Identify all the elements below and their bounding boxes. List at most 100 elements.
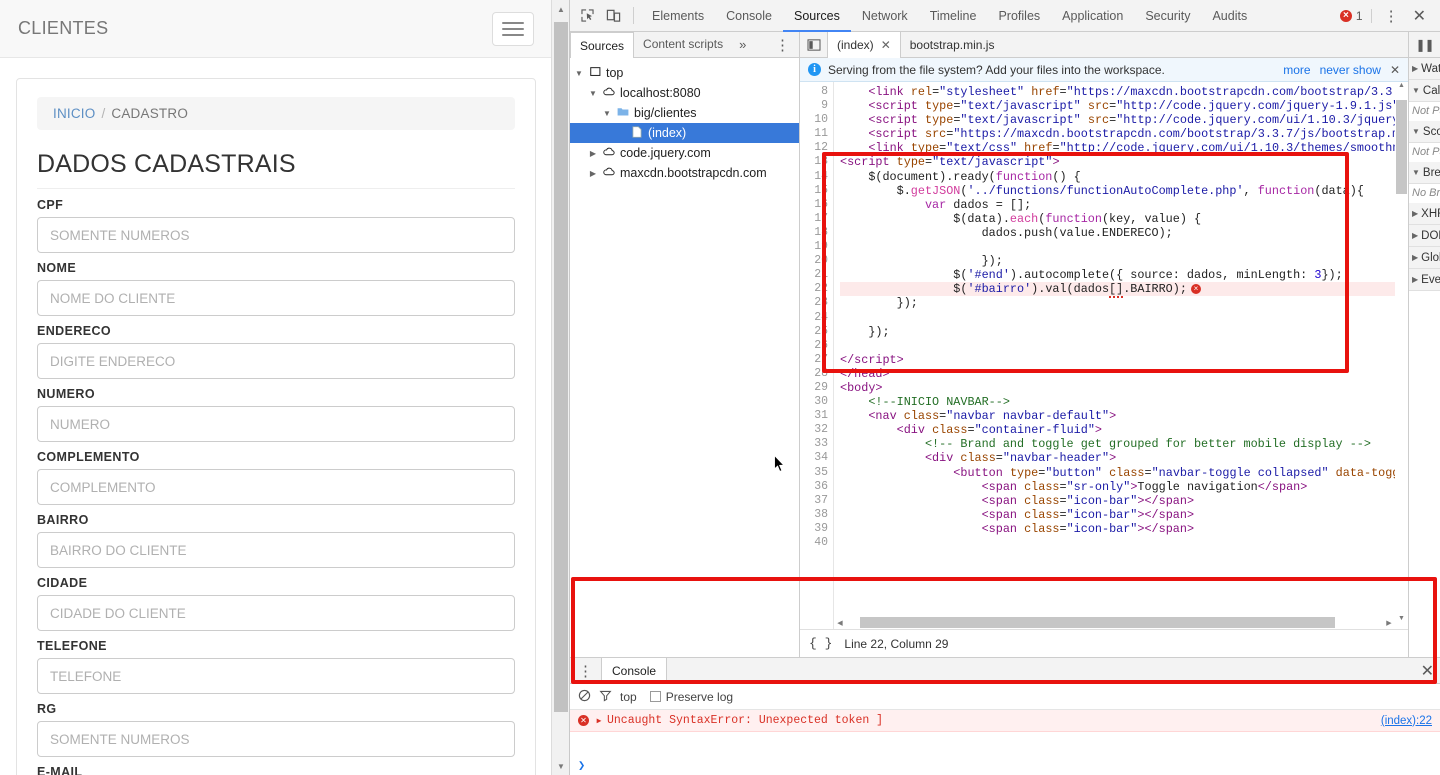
field-input-telefone[interactable] [37,658,515,694]
debugger-section-watch[interactable]: ▶Watch [1409,58,1440,80]
line-number[interactable]: 39 [800,522,828,536]
tab-security[interactable]: Security [1134,1,1201,32]
line-number[interactable]: 22 [800,282,828,296]
line-number[interactable]: 14 [800,170,828,184]
tree-item--index-[interactable]: (index) [570,123,799,143]
code-line[interactable]: </head> [840,367,1408,381]
code-line[interactable] [840,240,1408,254]
pretty-print-icon[interactable]: { } [809,636,832,651]
line-number[interactable]: 21 [800,268,828,282]
code-line[interactable] [840,536,1408,550]
code-line[interactable]: <nav class="navbar navbar-default"> [840,409,1408,423]
code-line[interactable]: <!--INICIO NAVBAR--> [840,395,1408,409]
line-number[interactable]: 40 [800,536,828,550]
line-number[interactable]: 34 [800,451,828,465]
field-input-cpf[interactable] [37,217,515,253]
debugger-section-breakpoints[interactable]: ▼Breakpoints [1409,162,1440,184]
filter-icon[interactable] [599,689,612,705]
scroll-up-icon[interactable]: ▲ [552,0,569,18]
line-number[interactable]: 12 [800,141,828,155]
code-line[interactable]: }); [840,325,1408,339]
console-error-message[interactable]: ✕ ▶ Uncaught SyntaxError: Unexpected token… [570,710,1440,732]
chevron-right-icon[interactable]: ▶ [588,149,598,158]
line-number[interactable]: 38 [800,508,828,522]
tree-item-maxcdn-bootstrapcdn-com[interactable]: ▶ maxcdn.bootstrapcdn.com [570,163,799,183]
field-input-bairro[interactable] [37,532,515,568]
code-line[interactable]: <span class="sr-only">Toggle navigation<… [840,480,1408,494]
code-line[interactable]: $('#bairro').val(dados[].BAIRRO); × [840,282,1408,299]
subtab-sources[interactable]: Sources [570,31,635,58]
tab-application[interactable]: Application [1051,1,1134,32]
tab-network[interactable]: Network [851,1,919,32]
line-number[interactable]: 29 [800,381,828,395]
debugger-section-event-listener-breakpoints[interactable]: ▶Event Listener Breakpoints [1409,269,1440,291]
code-content[interactable]: <link rel="stylesheet" href="https://max… [834,82,1408,629]
field-input-nome[interactable] [37,280,515,316]
code-line[interactable]: <link rel="stylesheet" href="https://max… [840,85,1408,99]
tree-item-top[interactable]: ▼ top [570,63,799,83]
console-message-source-link[interactable]: (index):22 [1381,715,1432,727]
scroll-down-icon[interactable]: ▼ [552,757,569,775]
code-vertical-scrollbar[interactable]: ▲ ▼ [1395,82,1408,629]
code-scrollbar-thumb[interactable] [1396,100,1407,194]
line-number[interactable]: 15 [800,184,828,198]
field-input-endereco[interactable] [37,343,515,379]
code-horizontal-scrollbar[interactable]: ◀ ▶ [834,616,1395,629]
line-number[interactable]: 19 [800,240,828,254]
tab-profiles[interactable]: Profiles [987,1,1051,32]
code-line[interactable]: </script> [840,353,1408,367]
code-hscroll-track[interactable] [846,617,1383,628]
line-number[interactable]: 28 [800,367,828,381]
line-number[interactable]: 36 [800,480,828,494]
editor-tab--index-[interactable]: (index) ✕ [828,31,901,58]
field-input-numero[interactable] [37,406,515,442]
line-number[interactable]: 27 [800,353,828,367]
line-number[interactable]: 37 [800,494,828,508]
code-scroll-up-icon[interactable]: ▲ [1395,82,1408,96]
editor-tab-close-icon[interactable]: ✕ [881,32,891,58]
line-number[interactable]: 8 [800,85,828,99]
code-line[interactable]: $(data).each(function(key, value) { [840,212,1408,226]
line-number[interactable]: 32 [800,423,828,437]
line-number[interactable]: 17 [800,212,828,226]
code-line[interactable]: dados.push(value.ENDERECO); [840,226,1408,240]
line-number[interactable]: 13 [800,155,828,169]
clear-console-icon[interactable] [578,689,591,705]
code-line[interactable]: $(document).ready(function() { [840,170,1408,184]
code-line[interactable]: <span class="icon-bar"></span> [840,494,1408,508]
line-number[interactable]: 10 [800,113,828,127]
code-line[interactable]: <span class="icon-bar"></span> [840,508,1408,522]
device-toolbar-icon[interactable] [600,3,626,29]
code-line[interactable]: <div class="navbar-header"> [840,451,1408,465]
code-line[interactable]: <link type="text/css" href="http://code.… [840,141,1408,155]
navbar-brand[interactable]: CLIENTES [18,18,108,39]
tab-audits[interactable]: Audits [1201,1,1258,32]
code-line[interactable] [840,339,1408,353]
tab-timeline[interactable]: Timeline [919,1,988,32]
debugger-section-global-listeners[interactable]: ▶Global Listeners [1409,247,1440,269]
hamburger-icon[interactable] [492,11,534,46]
inspect-element-icon[interactable] [574,3,600,29]
code-scroll-left-icon[interactable]: ◀ [834,619,846,627]
chevron-double-right-icon[interactable]: » [732,37,753,52]
preserve-log-checkbox[interactable] [649,691,661,702]
scrollbar-thumb[interactable] [554,22,568,712]
code-line[interactable]: <script type="text/javascript" src="http… [840,99,1408,113]
code-line[interactable]: var dados = []; [840,198,1408,212]
code-line[interactable]: <script src="https://maxcdn.bootstrapcdn… [840,127,1408,141]
tab-elements[interactable]: Elements [641,1,715,32]
line-number[interactable]: 23 [800,296,828,310]
breadcrumb-link-inicio[interactable]: INICIO [53,106,95,121]
debugger-section-call-stack[interactable]: ▼Call Stack [1409,80,1440,102]
kebab-menu-icon[interactable]: ⋮ [1376,7,1407,25]
code-line[interactable]: <script type="text/javascript"> [840,155,1408,169]
code-line[interactable]: <!-- Brand and toggle get grouped for be… [840,437,1408,451]
line-number[interactable]: 31 [800,409,828,423]
line-number[interactable]: 9 [800,99,828,113]
console-context-selector[interactable]: top [620,690,642,704]
code-line[interactable]: }); [840,254,1408,268]
code-scroll-right-icon[interactable]: ▶ [1383,619,1395,627]
code-line[interactable]: $('#end').autocomplete({ source: dados, … [840,268,1408,282]
debugger-section-dom-breakpoints[interactable]: ▶DOM Breakpoints [1409,225,1440,247]
code-line[interactable]: }); [840,296,1408,310]
